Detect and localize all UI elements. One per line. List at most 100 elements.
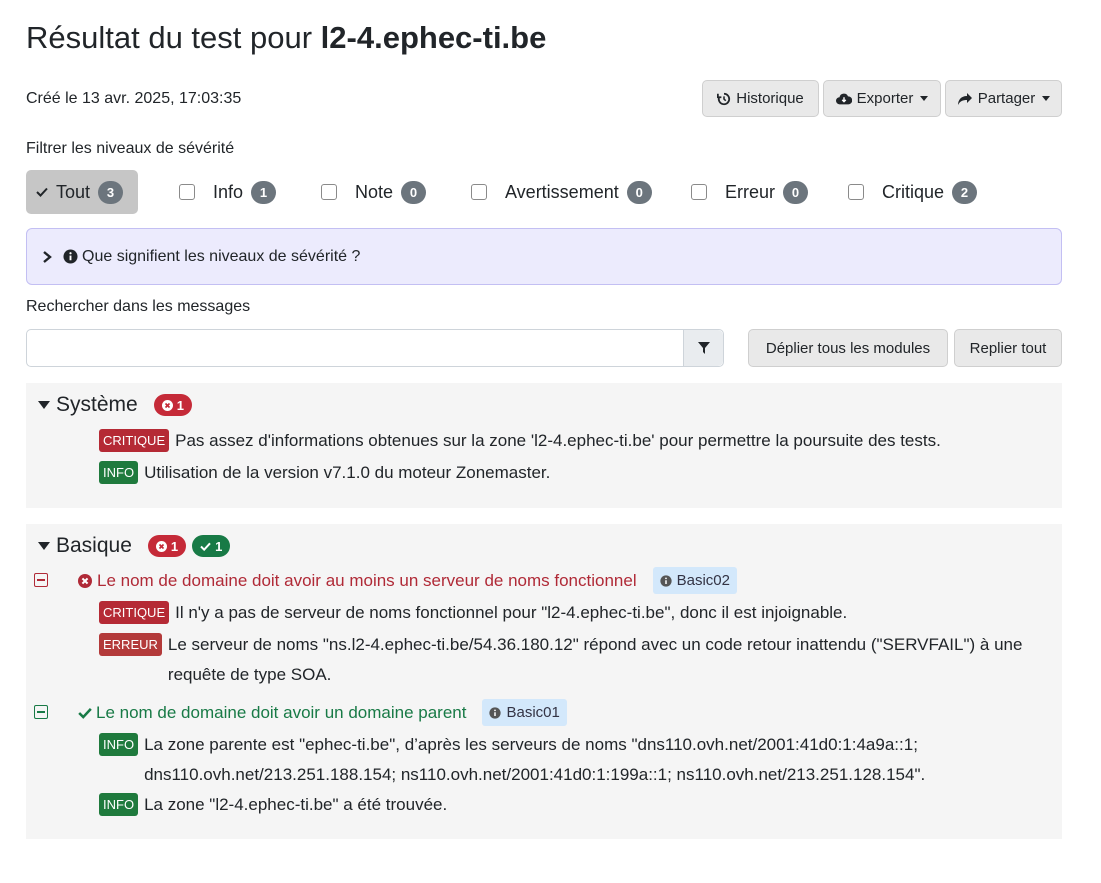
- search-group: [26, 329, 724, 367]
- message-row: CRITIQUE Il n'y a pas de serveur de noms…: [99, 601, 847, 628]
- message-text: La zone parente est "ephec-ti.be", d’apr…: [144, 735, 926, 784]
- history-label: Historique: [736, 90, 804, 107]
- success-count: 1: [215, 538, 223, 554]
- filter-all[interactable]: Tout 3: [26, 170, 138, 214]
- info-circle-icon: [489, 706, 502, 719]
- funnel-icon: [697, 342, 710, 354]
- message-text: Il n'y a pas de serveur de noms fonction…: [175, 603, 848, 622]
- filter-note-label: Note: [355, 181, 394, 202]
- critical-count-badge: 1: [153, 394, 192, 416]
- history-icon: [717, 92, 731, 105]
- collapse-all-button[interactable]: Replier tout: [954, 329, 1062, 367]
- message-text: Pas assez d'informations obtenues sur la…: [175, 431, 941, 450]
- filter-critical[interactable]: Critique 2: [848, 170, 978, 214]
- severity-help-toggle[interactable]: Que signifient les niveaux de sévérité ?: [26, 228, 1062, 285]
- severity-tag-info: INFO: [99, 461, 139, 484]
- filter-warning-label: Avertissement: [505, 181, 619, 202]
- filter-critical-checkbox[interactable]: [848, 184, 864, 200]
- message-text: La zone "l2-4.ephec-ti.be" a été trouvée…: [144, 795, 448, 814]
- severity-tag-error: ERREUR: [99, 633, 162, 656]
- export-button[interactable]: Exporter: [823, 80, 941, 117]
- x-circle-icon: [155, 540, 167, 552]
- critical-count-badge: 1: [147, 535, 187, 557]
- collapse-test-icon[interactable]: [34, 705, 48, 719]
- page-title: Résultat du test pour l2-4.ephec-ti.be: [26, 20, 546, 56]
- module-basic: Basique 1 1 Le nom de domaine doit avoir…: [26, 524, 1062, 839]
- critical-count: 1: [176, 397, 184, 413]
- x-circle-icon: [161, 399, 173, 411]
- filter-note-count: 0: [401, 180, 427, 204]
- filter-note[interactable]: Note 0: [321, 170, 427, 214]
- filter-warning-checkbox[interactable]: [471, 184, 487, 200]
- filter-critical-count: 2: [952, 180, 978, 204]
- filter-button[interactable]: [683, 330, 723, 366]
- severity-tag-info: INFO: [99, 733, 139, 756]
- filter-all-count: 3: [98, 180, 124, 204]
- caret-down-icon: [920, 96, 929, 101]
- module-system-title: Système: [56, 393, 138, 416]
- message-row: INFO La zone parente est "ephec-ti.be", …: [99, 733, 999, 790]
- filter-warning[interactable]: Avertissement 0: [471, 170, 652, 214]
- filter-info-count: 1: [251, 180, 277, 204]
- x-circle-icon: [78, 573, 92, 588]
- filter-error-label: Erreur: [725, 181, 776, 202]
- filter-warning-count: 0: [626, 180, 652, 204]
- test-basic02: Le nom de domaine doit avoir au moins un…: [78, 567, 737, 594]
- cloud-download-icon: [835, 93, 852, 104]
- share-button[interactable]: Partager: [945, 80, 1062, 117]
- severity-tag-critical: CRITIQUE: [99, 601, 170, 624]
- test-title: Le nom de domaine doit avoir au moins un…: [97, 570, 637, 590]
- test-code: Basic02: [676, 572, 730, 589]
- severity-tag-critical: CRITIQUE: [99, 429, 170, 452]
- caret-down-icon: [38, 542, 50, 550]
- message-row: CRITIQUE Pas assez d'informations obtenu…: [99, 429, 941, 456]
- module-system: Système 1 CRITIQUE Pas assez d'informati…: [26, 383, 1062, 508]
- message-row: ERREUR Le serveur de noms "ns.l2-4.ephec…: [99, 633, 1044, 690]
- test-title: Le nom de domaine doit avoir un domaine …: [96, 702, 467, 722]
- success-count-badge: 1: [192, 535, 231, 557]
- share-label: Partager: [977, 90, 1036, 107]
- filter-info-label: Info: [213, 181, 244, 202]
- search-input[interactable]: [27, 330, 682, 366]
- history-button[interactable]: Historique: [702, 80, 819, 117]
- module-basic-header[interactable]: Basique 1 1: [38, 534, 231, 558]
- export-label: Exporter: [856, 90, 914, 107]
- message-row: INFO Utilisation de la version v7.1.0 du…: [99, 461, 550, 488]
- filter-error[interactable]: Erreur 0: [691, 170, 809, 214]
- message-row: INFO La zone "l2-4.ephec-ti.be" a été tr…: [99, 793, 447, 820]
- severity-tag-info: INFO: [99, 793, 139, 816]
- collapse-test-icon[interactable]: [34, 573, 48, 587]
- message-text: Le serveur de noms "ns.l2-4.ephec-ti.be/…: [167, 635, 1023, 684]
- title-prefix: Résultat du test pour: [26, 20, 321, 55]
- check-icon: [36, 187, 48, 197]
- search-label: Rechercher dans les messages: [26, 298, 251, 315]
- created-date: Créé le 13 avr. 2025, 17:03:35: [26, 90, 242, 107]
- filter-label: Filtrer les niveaux de sévérité: [26, 140, 235, 157]
- info-circle-icon: [63, 249, 78, 264]
- filter-all-label: Tout: [56, 181, 91, 202]
- check-icon: [200, 542, 211, 551]
- filter-critical-label: Critique: [882, 181, 945, 202]
- critical-count: 1: [170, 538, 179, 554]
- expand-all-button[interactable]: Déplier tous les modules: [748, 329, 948, 367]
- test-basic01: Le nom de domaine doit avoir un domaine …: [78, 699, 567, 726]
- module-system-header[interactable]: Système 1: [38, 393, 192, 417]
- chevron-right-icon: [43, 250, 52, 263]
- test-code-badge[interactable]: Basic01: [482, 699, 567, 726]
- filter-info[interactable]: Info 1: [179, 170, 277, 214]
- module-basic-title: Basique: [56, 534, 132, 557]
- severity-help-label: Que signifient les niveaux de sévérité ?: [82, 247, 361, 265]
- caret-down-icon: [1042, 96, 1051, 101]
- caret-down-icon: [38, 401, 50, 409]
- test-code-badge[interactable]: Basic02: [652, 567, 737, 594]
- filter-info-checkbox[interactable]: [179, 184, 195, 200]
- share-icon: [957, 92, 972, 105]
- tested-domain: l2-4.ephec-ti.be: [320, 20, 547, 55]
- test-code: Basic01: [506, 704, 560, 721]
- info-circle-icon: [659, 574, 672, 587]
- filter-error-checkbox[interactable]: [691, 184, 707, 200]
- filter-error-count: 0: [783, 180, 809, 204]
- message-text: Utilisation de la version v7.1.0 du mote…: [144, 463, 551, 482]
- check-icon: [78, 707, 92, 719]
- filter-note-checkbox[interactable]: [321, 184, 337, 200]
